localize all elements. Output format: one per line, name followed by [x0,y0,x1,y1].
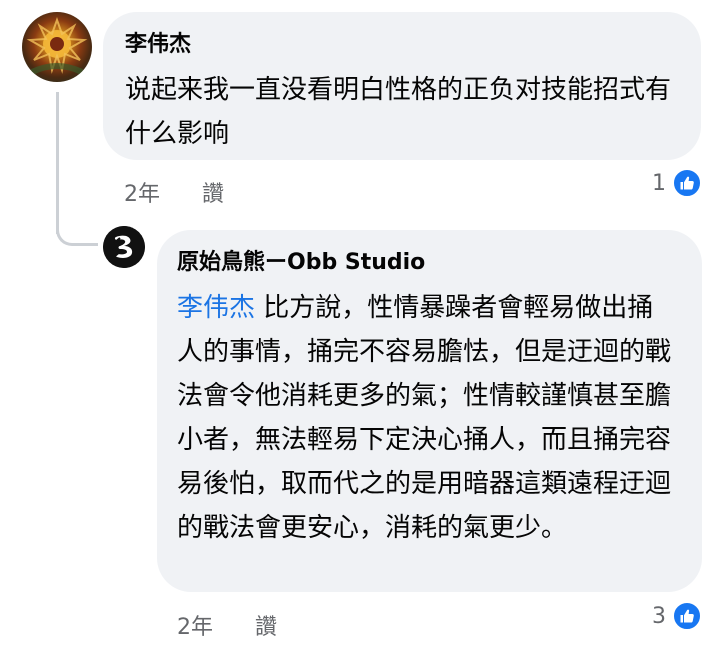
comment-meta: 2年 讚 [124,176,224,208]
reply-author[interactable]: 原始鳥熊ーObb Studio [177,246,682,280]
like-button[interactable]: 讚 [202,176,224,208]
comment-thread: 李伟杰 说起来我一直没看明白性格的正负对技能招式有什么影响 2年 讚 1 原始鳥… [0,0,723,654]
avatar-image [26,17,88,75]
mention-link[interactable]: 李伟杰 [177,293,255,323]
avatar[interactable] [22,12,92,82]
comment-bubble: 李伟杰 说起来我一直没看明白性格的正负对技能招式有什么影响 [103,12,701,160]
reaction-count: 1 [652,170,666,196]
comment-author[interactable]: 李伟杰 [125,28,679,62]
reply-bubble: 原始鳥熊ーObb Studio 李伟杰 比方說，性情暴躁者會輕易做出捅人的事情，… [157,230,702,592]
reaction-summary[interactable]: 3 [652,601,702,631]
reply-text: 李伟杰 比方說，性情暴躁者會輕易做出捅人的事情，捅完不容易膽怯，但是迂迴的戰法會… [177,286,672,550]
thread-connector [56,210,98,246]
reaction-count: 3 [652,603,666,629]
studio-logo-icon [103,226,145,268]
comment-timestamp[interactable]: 2年 [124,176,202,208]
reply-body: 比方說，性情暴躁者會輕易做出捅人的事情，捅完不容易膽怯，但是迂迴的戰法會令他消耗… [177,293,672,543]
reaction-summary[interactable]: 1 [652,168,702,198]
comment-text: 说起来我一直没看明白性格的正负对技能招式有什么影响 [125,75,672,149]
like-button[interactable]: 讚 [255,609,277,641]
thumbs-up-icon [672,601,702,631]
reply-meta: 2年 讚 [177,609,277,641]
thumbs-up-icon [672,168,702,198]
avatar[interactable] [103,226,145,268]
reply-timestamp[interactable]: 2年 [177,609,255,641]
